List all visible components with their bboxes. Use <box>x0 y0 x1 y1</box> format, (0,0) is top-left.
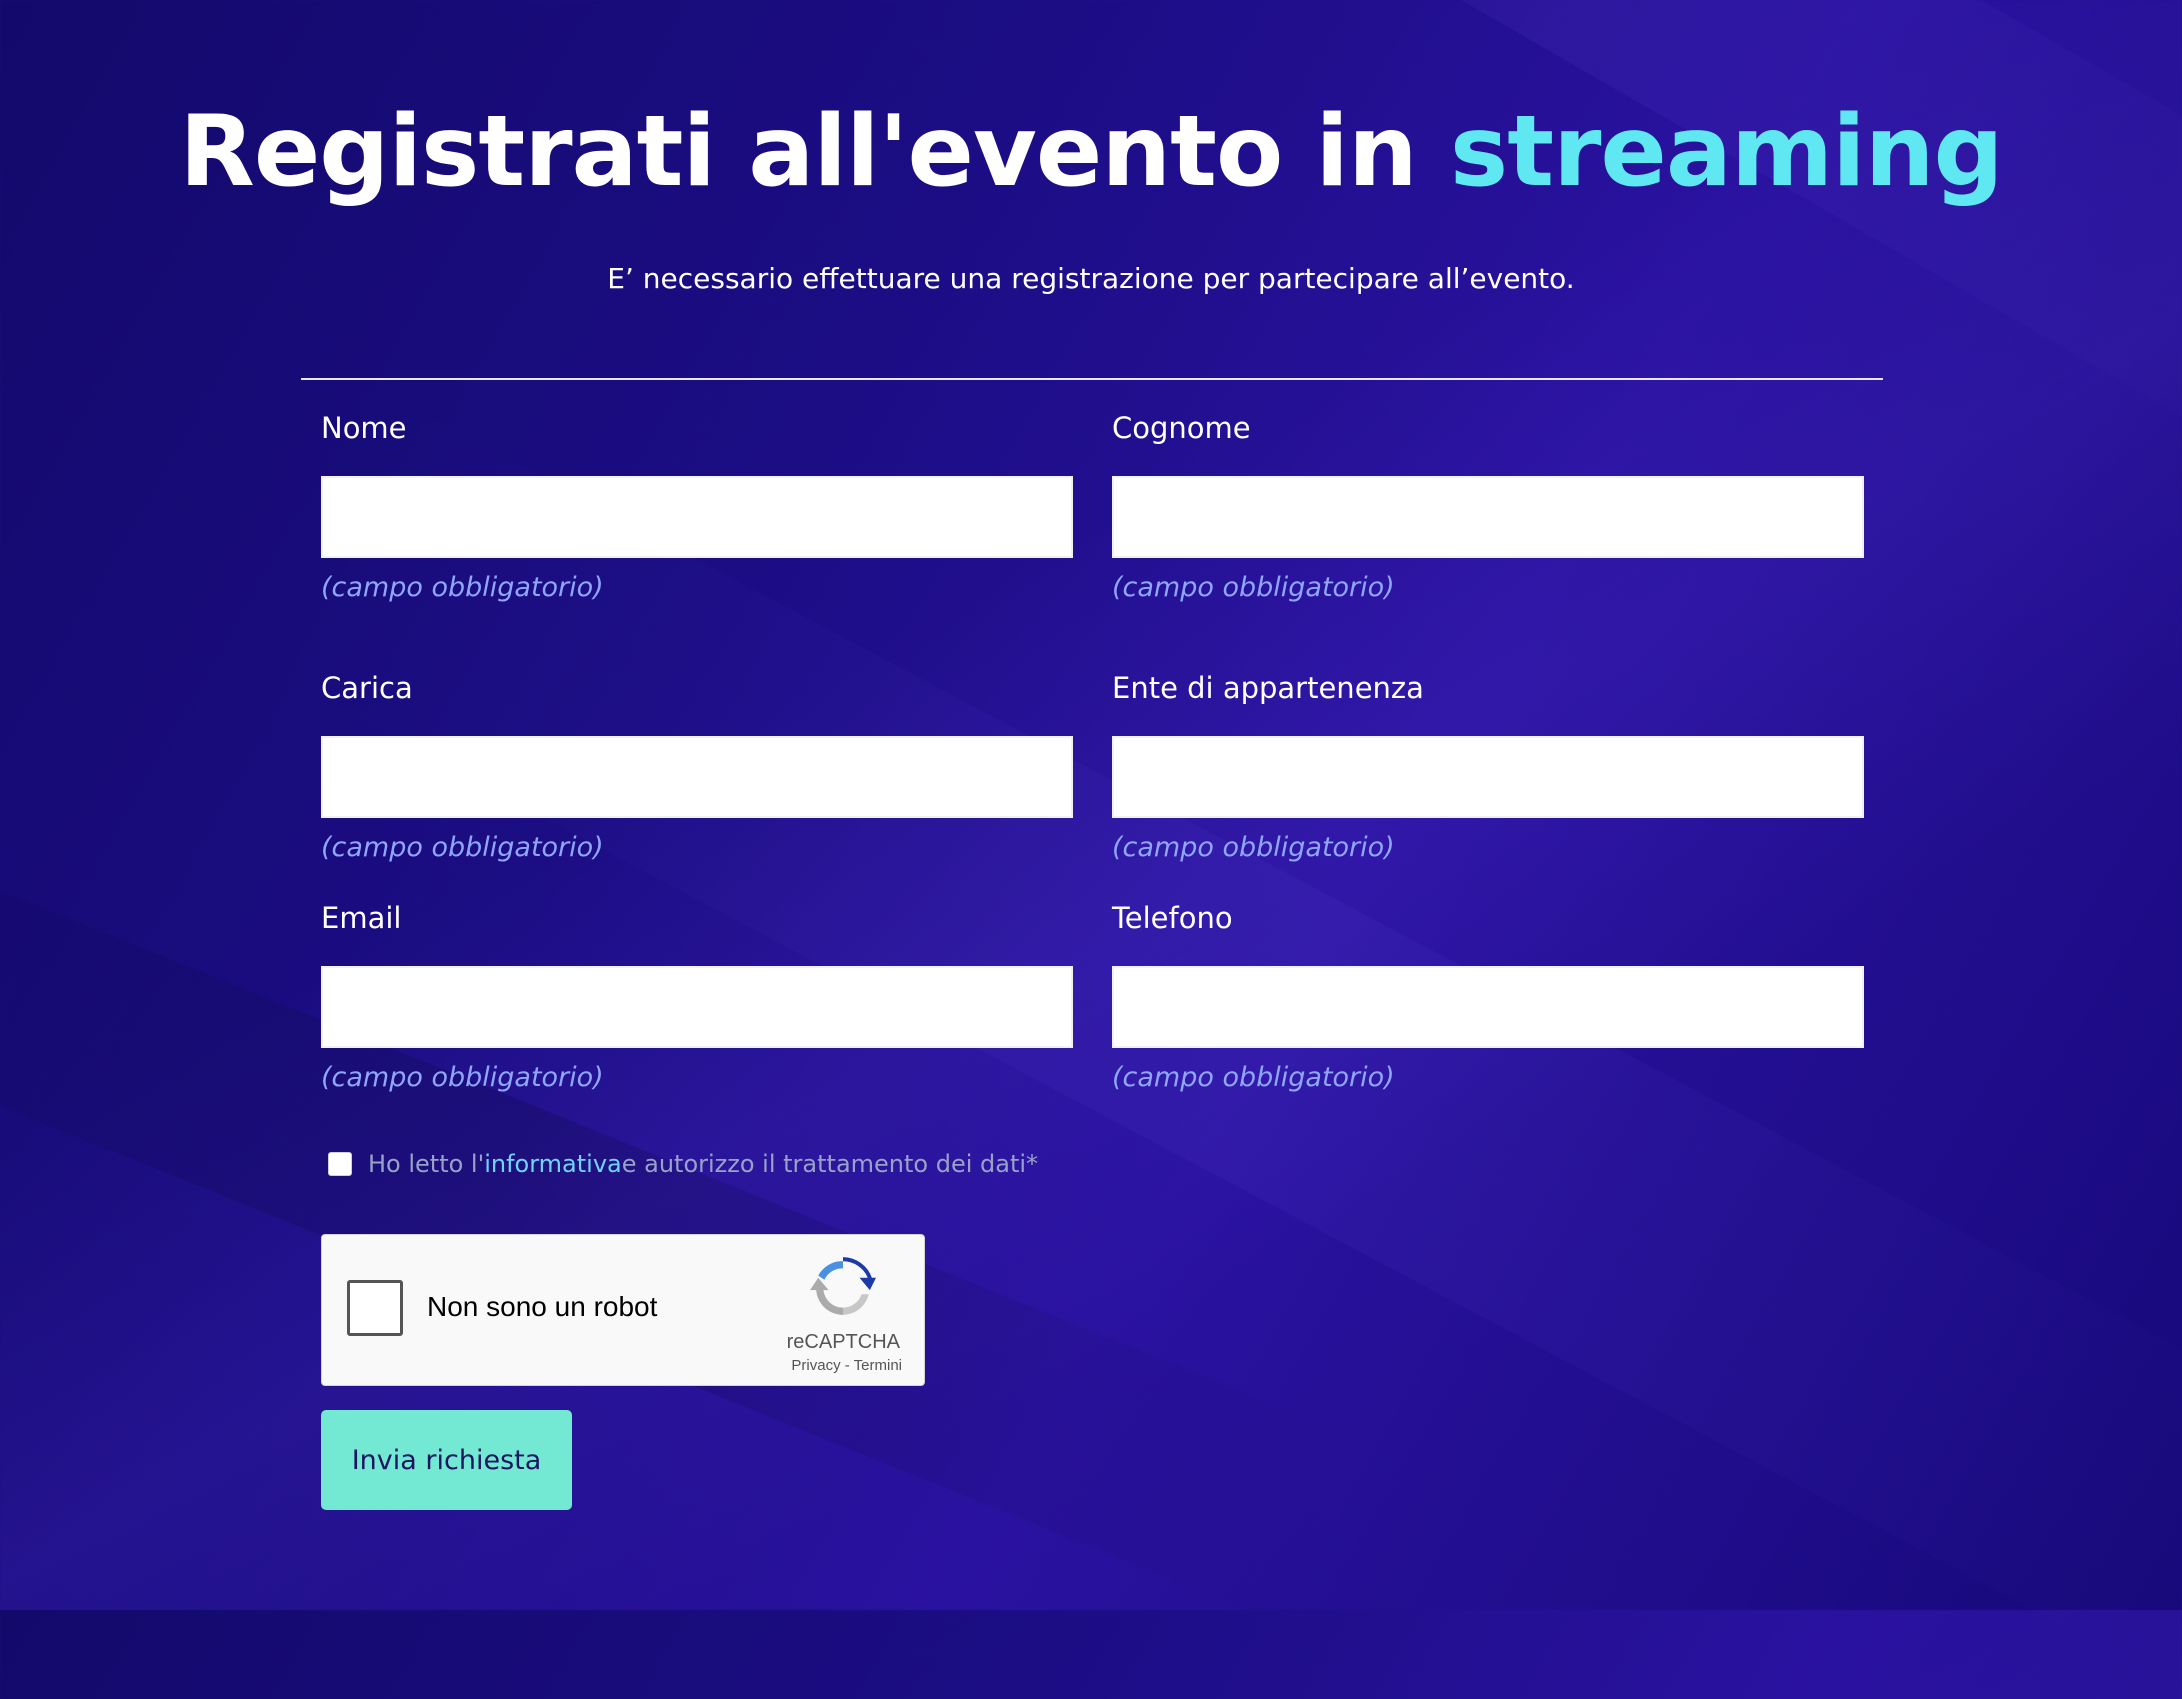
page-title-main: Registrati all'evento in <box>179 95 1450 209</box>
field-label: Telefono <box>1112 901 1233 935</box>
field-label: Carica <box>321 671 413 705</box>
recaptcha-links[interactable]: Privacy - Termini <box>791 1357 902 1374</box>
field-label: Email <box>321 901 402 935</box>
carica-input[interactable] <box>321 736 1073 818</box>
recaptcha-logo-icon <box>810 1257 876 1315</box>
field-hint: (campo obbligatorio) <box>321 832 604 863</box>
field-nome: Nome (campo obbligatorio) <box>321 408 1073 603</box>
page-title: Registrati all'evento in streaming <box>0 95 2182 209</box>
consent-text-suffix: e autorizzo il trattamento dei dati* <box>621 1150 1039 1178</box>
field-label: Cognome <box>1112 411 1251 445</box>
field-email: Email (campo obbligatorio) <box>321 898 1073 1093</box>
nome-input[interactable] <box>321 476 1073 558</box>
page-subtitle: E’ necessario effettuare una registrazio… <box>607 262 1575 295</box>
informativa-link[interactable]: informativa <box>484 1150 622 1178</box>
telefono-input[interactable] <box>1112 966 1864 1048</box>
recaptcha-label: Non sono un robot <box>427 1291 658 1322</box>
field-carica: Carica (campo obbligatorio) <box>321 668 1073 863</box>
page-title-accent: streaming <box>1449 95 2004 209</box>
field-cognome: Cognome (campo obbligatorio) <box>1112 408 1864 603</box>
field-hint: (campo obbligatorio) <box>1112 1062 1395 1093</box>
recaptcha-widget: Non sono un robot reCAPTCHA Privacy - Te… <box>321 1234 925 1386</box>
cognome-input[interactable] <box>1112 476 1864 558</box>
consent-checkbox[interactable] <box>328 1152 352 1176</box>
field-hint: (campo obbligatorio) <box>1112 572 1395 603</box>
email-input[interactable] <box>321 966 1073 1048</box>
recaptcha-checkbox[interactable] <box>347 1280 403 1336</box>
section-divider <box>301 378 1883 380</box>
recaptcha-brand: reCAPTCHA <box>786 1331 900 1353</box>
field-hint: (campo obbligatorio) <box>321 1062 604 1093</box>
field-label: Nome <box>321 411 407 445</box>
ente-input[interactable] <box>1112 736 1864 818</box>
privacy-consent: Ho letto l' informativa e autorizzo il tr… <box>328 1150 1038 1178</box>
submit-button[interactable]: Invia richiesta <box>321 1410 572 1510</box>
field-hint: (campo obbligatorio) <box>1112 832 1395 863</box>
consent-text-prefix: Ho letto l' <box>368 1150 485 1178</box>
field-label: Ente di appartenenza <box>1112 671 1424 705</box>
field-ente: Ente di appartenenza (campo obbligatorio… <box>1112 668 1864 863</box>
field-telefono: Telefono (campo obbligatorio) <box>1112 898 1864 1093</box>
field-hint: (campo obbligatorio) <box>321 572 604 603</box>
